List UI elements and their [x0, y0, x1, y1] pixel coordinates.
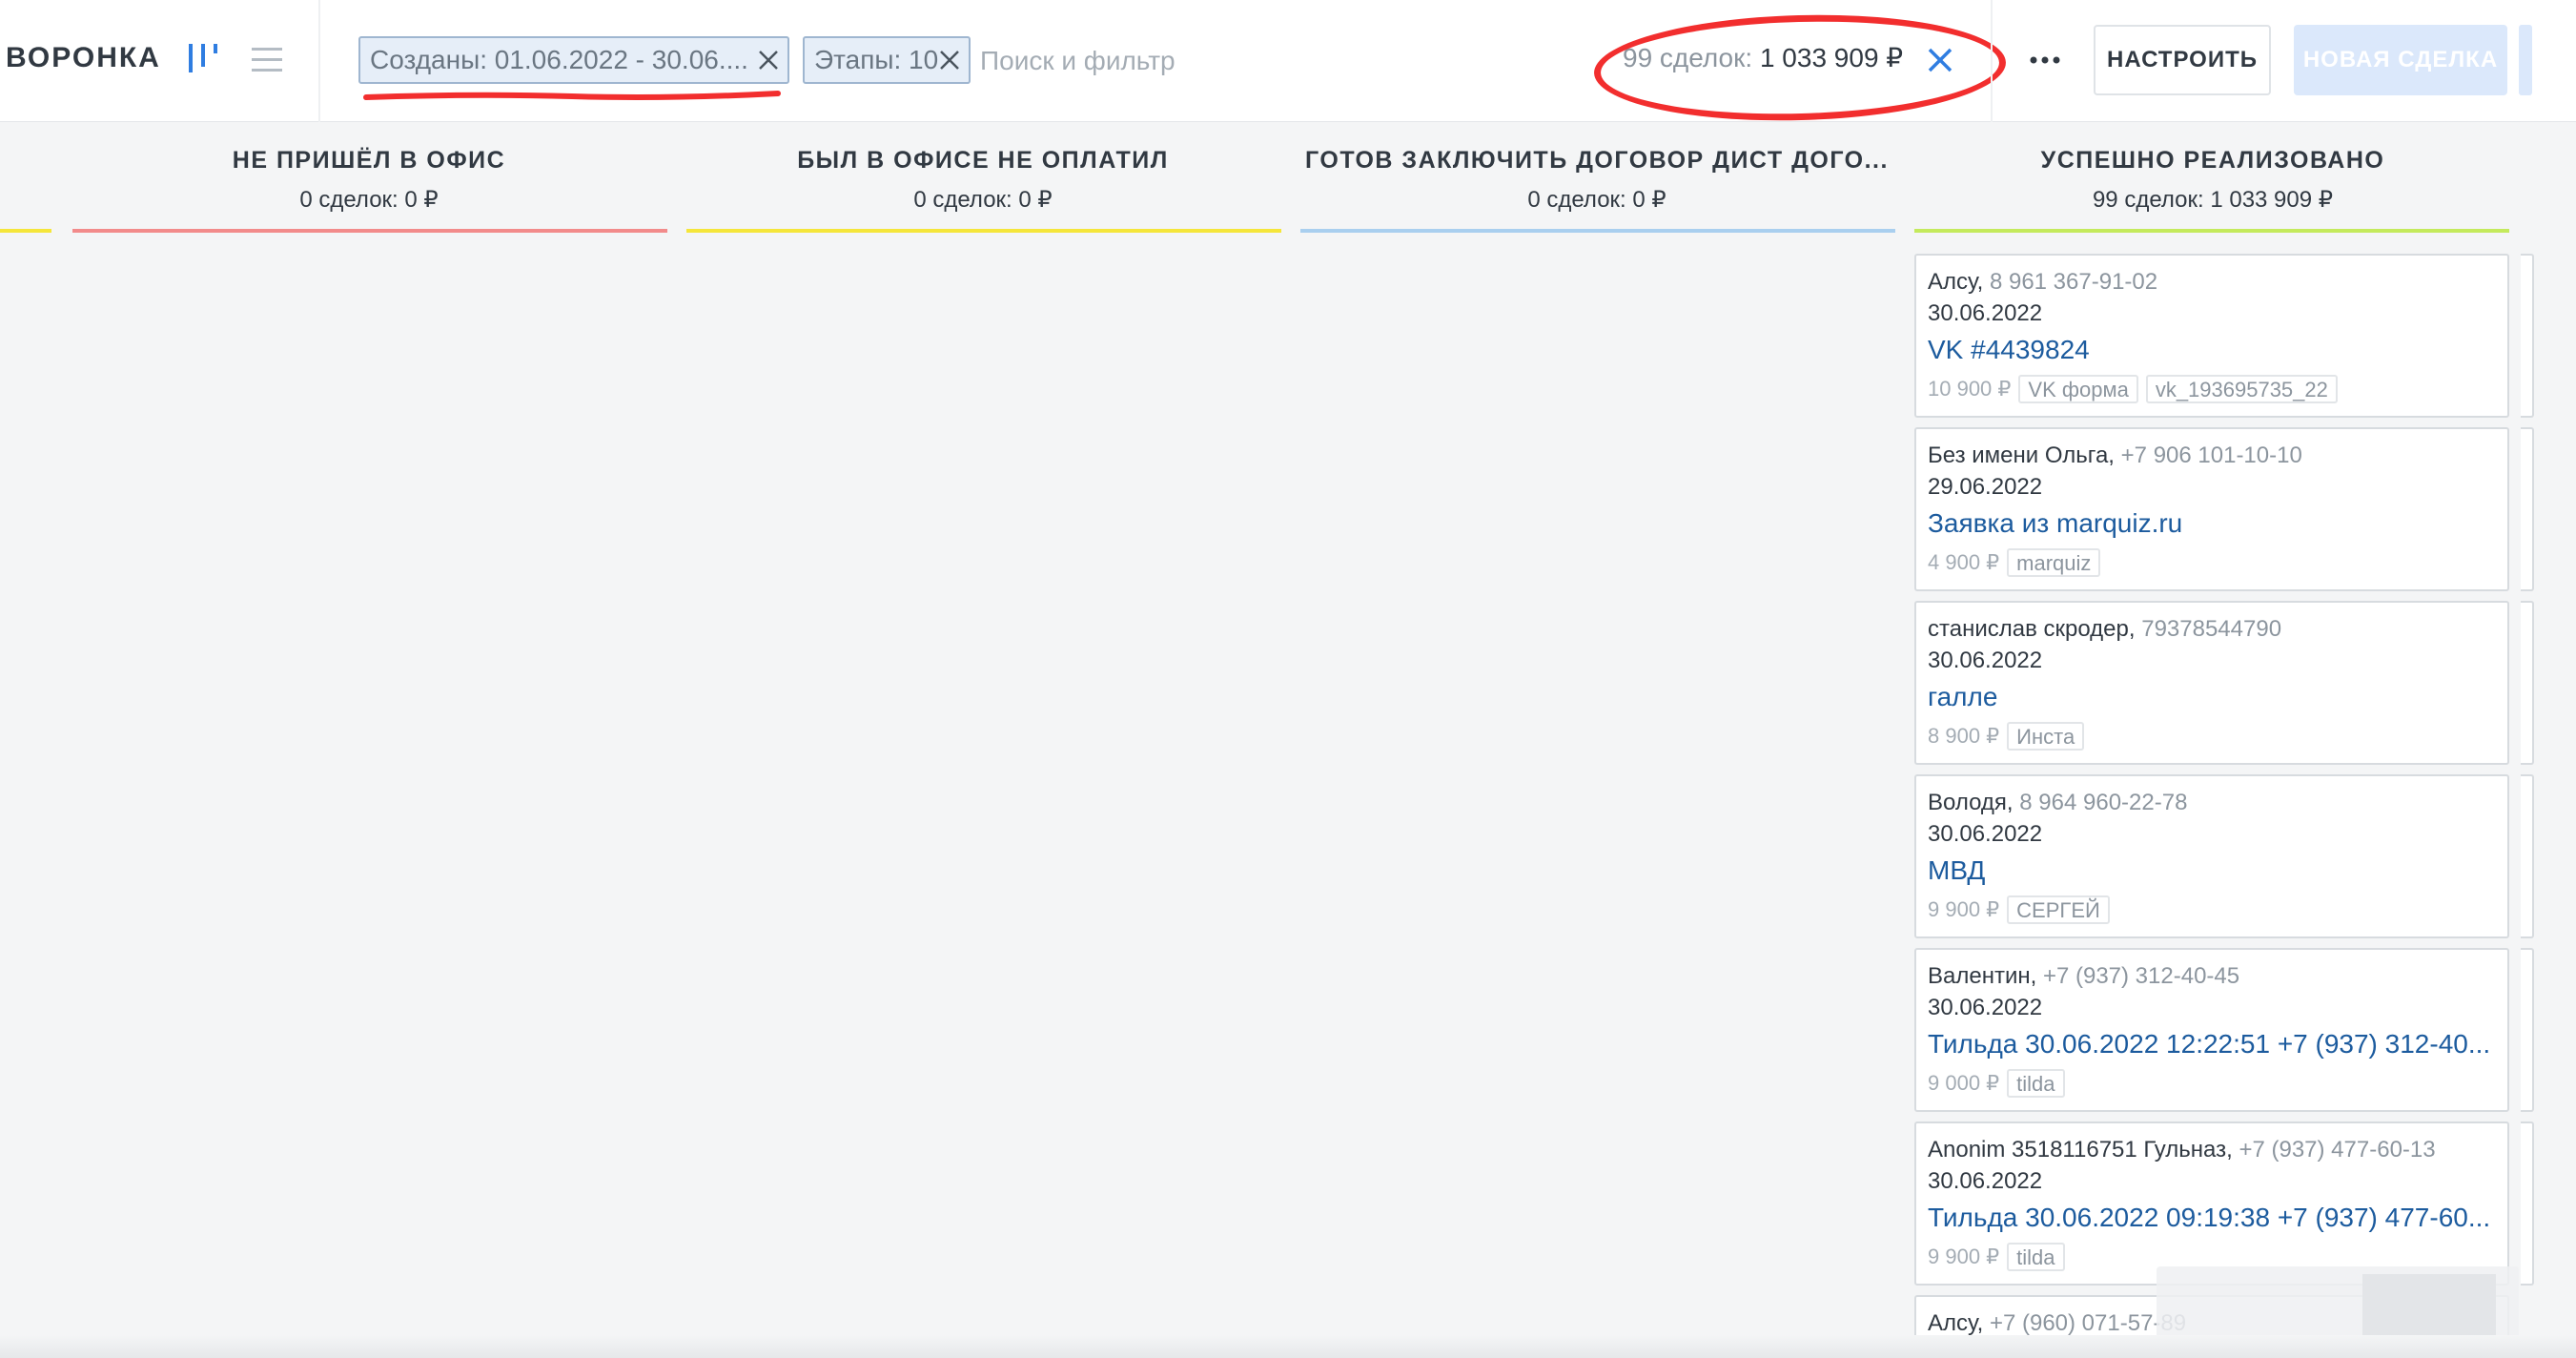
deal-card[interactable]: Володя, 8 964 960-22-78 30.06.2022 МВД 9…	[1914, 774, 2509, 938]
header-divider-right	[1991, 0, 1993, 122]
deal-title-link[interactable]: Тильда 30.06.2022 09:19:38 +7 (937) 477-…	[1928, 1203, 2496, 1237]
scroll-thumb[interactable]	[2362, 1274, 2496, 1335]
column-line	[1914, 229, 2509, 233]
list-view-icon[interactable]	[250, 46, 284, 74]
column-title: ГОТОВ ЗАКЛЮЧИТЬ ДОГОВОР ДИСТ ДОГО...	[1305, 147, 1889, 174]
contact-phone: 8 964 960-22-78	[2019, 790, 2188, 815]
contact-name: станислав скродер,	[1928, 616, 2136, 642]
contact-name: Алсу,	[1928, 1310, 1984, 1336]
annotation-underline	[363, 91, 781, 100]
deal-title-link[interactable]: VK #4439824	[1928, 335, 2496, 369]
card-edge	[2521, 1121, 2534, 1286]
column-header-not-paid[interactable]: БЫЛ В ОФИСЕ НЕ ОПЛАТИЛ 0 сделок: 0 ₽	[685, 147, 1281, 214]
deal-title-link[interactable]: Заявка из marquiz.ru	[1928, 508, 2496, 543]
toolbar-edge	[2519, 25, 2532, 95]
deal-price: 9 900 ₽	[1928, 897, 2000, 921]
deal-tag[interactable]: tilda	[2007, 1069, 2065, 1098]
column-line	[1300, 229, 1895, 233]
card-edge	[2521, 948, 2534, 1112]
deal-tag[interactable]: СЕРГЕЙ	[2007, 895, 2110, 924]
column-header-not-came[interactable]: НЕ ПРИШЁЛ В ОФИС 0 сделок: 0 ₽	[71, 147, 667, 214]
horizontal-scroll-preview[interactable]	[2157, 1266, 2519, 1345]
new-deal-button[interactable]: НОВАЯ СДЕЛКА	[2294, 25, 2507, 95]
contact-phone: +7 906 101-10-10	[2120, 442, 2302, 468]
column-line	[686, 229, 1281, 233]
pipeline-view-icon[interactable]	[187, 38, 219, 76]
deal-title-link[interactable]: Тильда 30.06.2022 12:22:51 +7 (937) 312-…	[1928, 1029, 2496, 1063]
more-icon[interactable]	[2023, 38, 2067, 82]
contact-name: Алсу,	[1928, 269, 1984, 295]
deal-tag[interactable]: marquiz	[2007, 548, 2101, 577]
filter-chip-created[interactable]: Созданы: 01.06.2022 - 30.06....	[358, 36, 789, 84]
deal-card[interactable]: Anonim 3518116751 Гульназ, +7 (937) 477-…	[1914, 1121, 2509, 1286]
column-summary: 0 сделок: 0 ₽	[299, 187, 439, 213]
deal-title-link[interactable]: галле	[1928, 682, 2496, 716]
column-title: БЫЛ В ОФИСЕ НЕ ОПЛАТИЛ	[797, 147, 1169, 174]
filter-chip-stages-label: Этапы: 10	[814, 45, 939, 74]
deal-price: 8 900 ₽	[1928, 724, 2000, 748]
contact-phone: +7 (937) 477-60-13	[2239, 1137, 2436, 1163]
card-edge	[2521, 774, 2534, 938]
deal-tag[interactable]: vk_193695735_22	[2145, 375, 2338, 403]
deal-card[interactable]: станислав скродер, 79378544790 30.06.202…	[1914, 601, 2509, 765]
contact-name: Володя,	[1928, 790, 2014, 815]
bottom-fade	[0, 1335, 2576, 1358]
deal-card[interactable]: Валентин, +7 (937) 312-40-45 30.06.2022 …	[1914, 948, 2509, 1112]
deal-date: 30.06.2022	[1928, 648, 2043, 673]
column-title: НЕ ПРИШЁЛ В ОФИС	[232, 147, 506, 174]
deal-card[interactable]: Алсу, 8 961 367-91-02 30.06.2022 VK #443…	[1914, 254, 2509, 418]
deal-price: 4 900 ₽	[1928, 550, 2000, 574]
deal-date: 30.06.2022	[1928, 1168, 2043, 1194]
deal-tag[interactable]: Инста	[2007, 722, 2085, 751]
column-header-ready-contract[interactable]: ГОТОВ ЗАКЛЮЧИТЬ ДОГОВОР ДИСТ ДОГО... 0 с…	[1298, 147, 1895, 214]
deal-price: 9 900 ₽	[1928, 1245, 2000, 1268]
deal-card[interactable]: Без имени Ольга, +7 906 101-10-10 29.06.…	[1914, 427, 2509, 591]
search-input[interactable]	[980, 38, 1476, 84]
contact-phone: +7 (937) 312-40-45	[2042, 963, 2240, 989]
column-header-success[interactable]: УСПЕШНО РЕАЛИЗОВАНО 99 сделок: 1 033 909…	[1914, 147, 2511, 214]
deal-date: 30.06.2022	[1928, 995, 2043, 1020]
column-summary: 99 сделок: 1 033 909 ₽	[2092, 187, 2334, 213]
next-column-gutter	[2536, 122, 2576, 1358]
filter-chip-created-label: Созданы: 01.06.2022 - 30.06....	[370, 45, 748, 74]
column-summary: 0 сделок: 0 ₽	[913, 187, 1053, 213]
contact-phone: 79378544790	[2141, 616, 2282, 642]
deal-date: 30.06.2022	[1928, 821, 2043, 847]
column-summary: 0 сделок: 0 ₽	[1527, 187, 1666, 213]
deal-price: 9 000 ₽	[1928, 1071, 2000, 1095]
contact-name: Без имени Ольга,	[1928, 442, 2115, 468]
deal-tag[interactable]: tilda	[2007, 1243, 2065, 1271]
page-title: ВОРОНКА	[6, 42, 161, 73]
card-edge	[2521, 254, 2534, 418]
column-line-partial	[0, 229, 51, 233]
card-edge	[2521, 427, 2534, 591]
contact-name: Валентин,	[1928, 963, 2037, 989]
deal-price: 10 900 ₽	[1928, 377, 2012, 401]
setup-button[interactable]: НАСТРОИТЬ	[2094, 25, 2271, 95]
header-divider	[318, 0, 320, 122]
card-edge	[2521, 601, 2534, 765]
top-bar: ВОРОНКА Созданы: 01.06.2022 - 30.06.... …	[0, 0, 2576, 126]
column-line	[72, 229, 667, 233]
contact-phone: 8 961 367-91-02	[1989, 269, 2158, 295]
close-icon[interactable]	[938, 49, 961, 72]
column-title: УСПЕШНО РЕАЛИЗОВАНО	[2040, 147, 2385, 174]
deal-title-link[interactable]: МВД	[1928, 855, 2496, 890]
deal-date: 29.06.2022	[1928, 474, 2043, 500]
annotation-circle	[1592, 10, 2008, 126]
deal-date: 30.06.2022	[1928, 300, 2043, 326]
filter-chip-stages[interactable]: Этапы: 10	[803, 36, 971, 84]
close-icon[interactable]	[757, 49, 780, 72]
deal-tag[interactable]: VK форма	[2018, 375, 2138, 403]
contact-name: Anonim 3518116751 Гульназ,	[1928, 1137, 2233, 1163]
